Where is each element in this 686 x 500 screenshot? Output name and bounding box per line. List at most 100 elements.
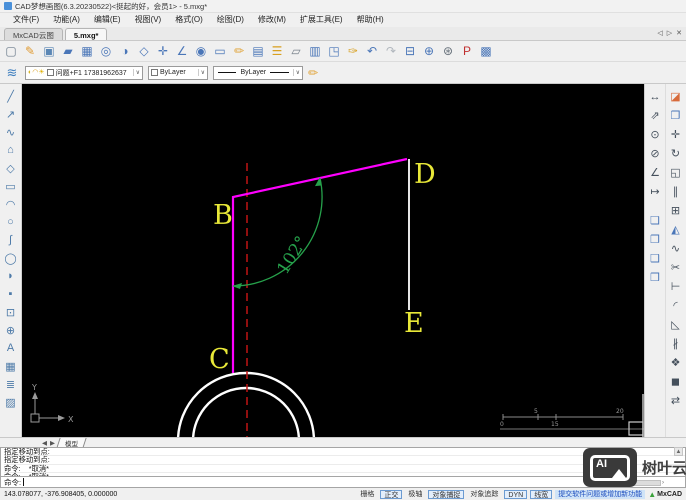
linetype-list-icon[interactable]: ☰ [268,42,286,60]
join-icon[interactable]: ⇄ [667,391,685,410]
dim-style-4-icon[interactable]: ❒ [646,268,664,287]
menu-item-5[interactable]: 绘图(D) [210,14,251,26]
line-tool-icon[interactable]: ╱ [2,87,20,105]
zoom-object-icon[interactable]: ◉ [192,42,210,60]
menu-item-3[interactable]: 视图(V) [128,14,169,26]
menu-item-8[interactable]: 帮助(H) [350,14,391,26]
zoom-in-icon[interactable]: ◎ [97,42,115,60]
dim-style-2-icon[interactable]: ❐ [646,230,664,249]
diameter-dim-icon[interactable]: ⊘ [646,144,664,163]
hatch-tool-icon[interactable]: ▨ [2,393,20,411]
explode-icon[interactable]: ❖ [667,353,685,372]
rotate-icon[interactable]: ↻ [667,144,685,163]
sketch-tool-icon[interactable]: ✑ [344,42,362,60]
document-tab-1[interactable]: 5.mxg* [64,28,108,40]
toggle-对象捕捉[interactable]: 对象捕捉 [428,489,465,499]
layers-stack-icon[interactable]: ≋ [4,65,20,81]
inner-circle[interactable] [191,386,301,496]
new-file-icon[interactable]: ▢ [2,42,20,60]
dim-style-1-icon[interactable]: ❏ [646,211,664,230]
offset-icon[interactable]: ∥ [667,182,685,201]
arc-tool-icon[interactable]: ◠ [2,195,20,213]
menu-item-1[interactable]: 功能(A) [46,14,87,26]
fillet-icon[interactable]: ◜ [667,296,685,315]
circle-tool-icon[interactable]: ○ [2,213,20,231]
copy-icon[interactable]: ❐ [667,106,685,125]
erase-tool-icon[interactable]: ▱ [287,42,305,60]
draw-pencil-icon[interactable]: ✏ [230,42,248,60]
menu-item-7[interactable]: 扩展工具(E) [293,14,350,26]
save-file-icon[interactable]: ▣ [40,42,58,60]
solid-box-icon[interactable]: ◼ [667,372,685,391]
save-as-icon[interactable]: ▦ [78,42,96,60]
measure-angle-icon[interactable]: ∠ [173,42,191,60]
pan-icon[interactable]: ✛ [154,42,172,60]
spline-edit-icon[interactable]: ∿ [667,239,685,258]
menu-item-0[interactable]: 文件(F) [6,14,46,26]
outer-circle[interactable] [176,371,316,500]
layout-next-icon[interactable]: ▶ [50,439,55,447]
layer-select[interactable]: ◐◠☀ 问题+F1 17381962637 ∨ [25,65,143,80]
mtext-tool-icon[interactable]: ≣ [2,375,20,393]
feedback-link[interactable]: 提交软件问题或增加新功能 [555,489,646,499]
web-publish-icon[interactable]: ⊕ [420,42,438,60]
tab-close-icon[interactable]: ✕ [676,29,682,37]
chamfer-icon[interactable]: ◺ [667,315,685,334]
aligned-dim-icon[interactable]: ⇗ [646,106,664,125]
zoom-extents-icon[interactable]: ◇ [135,42,153,60]
named-view-icon[interactable]: ▭ [211,42,229,60]
polyline-tool-icon[interactable]: ∿ [2,123,20,141]
select-tool-icon[interactable]: ◳ [325,42,343,60]
drawing-canvas[interactable]: 102° B C D E 5 0 15 20 Y X [22,84,644,500]
image-tool-icon[interactable]: ▦ [2,357,20,375]
draw-color-pencil-icon[interactable]: ✏ [308,66,318,80]
point-tool-icon[interactable]: ▪ [2,285,20,303]
chevron-down-icon[interactable]: ∨ [197,69,205,76]
pdf-export-icon[interactable]: P [458,42,476,60]
tab-next-icon[interactable]: ▷ [667,29,672,37]
menu-item-6[interactable]: 修改(M) [251,14,293,26]
toggle-极轴[interactable]: 极轴 [405,490,425,499]
ellipse-tool-icon[interactable]: ◯ [2,249,20,267]
open-file-icon[interactable]: ✎ [21,42,39,60]
toggle-对象追踪[interactable]: 对象追踪 [467,490,501,499]
erase-icon[interactable]: ◪ [667,87,685,106]
polygon2-tool-icon[interactable]: ◇ [2,159,20,177]
toggle-栅格[interactable]: 栅格 [357,490,377,499]
radius-dim-icon[interactable]: ⊙ [646,125,664,144]
angular-dim-icon[interactable]: ∠ [646,163,664,182]
move-icon[interactable]: ✛ [667,125,685,144]
toggle-正交[interactable]: 正交 [380,489,403,499]
open-folder-icon[interactable]: ▰ [59,42,77,60]
linear-dim-icon[interactable]: ↔ [646,87,664,106]
document-tab-0[interactable]: MxCAD云图 [4,28,63,40]
scale-icon[interactable]: ◱ [667,163,685,182]
insert-image-icon[interactable]: ▩ [477,42,495,60]
ellipse-arc-tool-icon[interactable]: ◗ [2,267,20,285]
web-share-icon[interactable]: ⊛ [439,42,457,60]
dim-style-3-icon[interactable]: ❑ [646,249,664,268]
rectangle-tool-icon[interactable]: ▭ [2,177,20,195]
zoom-window-icon[interactable]: ◑ [116,42,134,60]
layout-prev-icon[interactable]: ◀ [42,439,47,447]
trim-icon[interactable]: ✂ [667,258,685,277]
extend-icon[interactable]: ⊢ [667,277,685,296]
continue-dim-icon[interactable]: ↦ [646,182,664,201]
tab-prev-icon[interactable]: ◁ [657,29,662,37]
mirror-icon[interactable]: ◭ [667,220,685,239]
undo-icon[interactable]: ↶ [363,42,381,60]
toggle-线宽[interactable]: 线宽 [530,489,553,499]
print-icon[interactable]: ⊟ [401,42,419,60]
polyline-DBC[interactable] [231,157,408,373]
chevron-down-icon[interactable]: ∨ [132,69,140,76]
color-select[interactable]: ByLayer ∨ [148,65,208,80]
array-icon[interactable]: ⊞ [667,201,685,220]
block-insert-icon[interactable]: ⊕ [2,321,20,339]
linetype-select[interactable]: ByLayer ∨ [213,65,303,80]
redo-icon[interactable]: ↷ [382,42,400,60]
construction-line-icon[interactable]: ↗ [2,105,20,123]
toggle-DYN[interactable]: DYN [504,489,528,499]
tab-model[interactable]: 模型 [56,437,87,448]
text-tool-icon[interactable]: A [2,339,20,357]
break-icon[interactable]: ∦ [667,334,685,353]
